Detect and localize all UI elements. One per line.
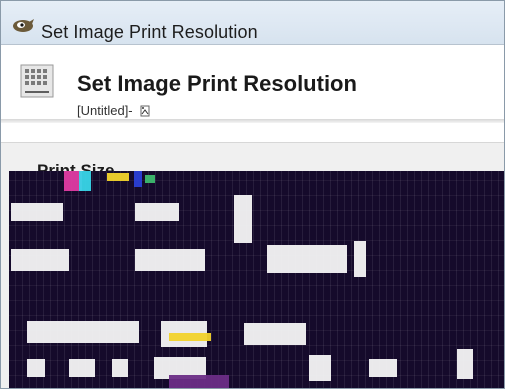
corrupted-region: [9, 171, 504, 388]
image-name-text: [Untitled]-: [77, 103, 133, 118]
titlebar[interactable]: Set Image Print Resolution: [1, 1, 504, 45]
dialog-heading: Set Image Print Resolution: [77, 71, 357, 96]
window-title: Set Image Print Resolution: [41, 22, 258, 42]
dialog-window: Set Image Print Resolution Set Image Pri…: [0, 0, 505, 389]
splitter[interactable]: [1, 119, 504, 123]
print-resolution-icon: [20, 64, 54, 98]
image-name: [Untitled]-: [77, 103, 151, 118]
gimp-icon: [13, 19, 34, 32]
dialog-header: Set Image Print Resolution [Untitled]-: [1, 45, 504, 143]
image-thumbnail-icon: [140, 105, 150, 117]
